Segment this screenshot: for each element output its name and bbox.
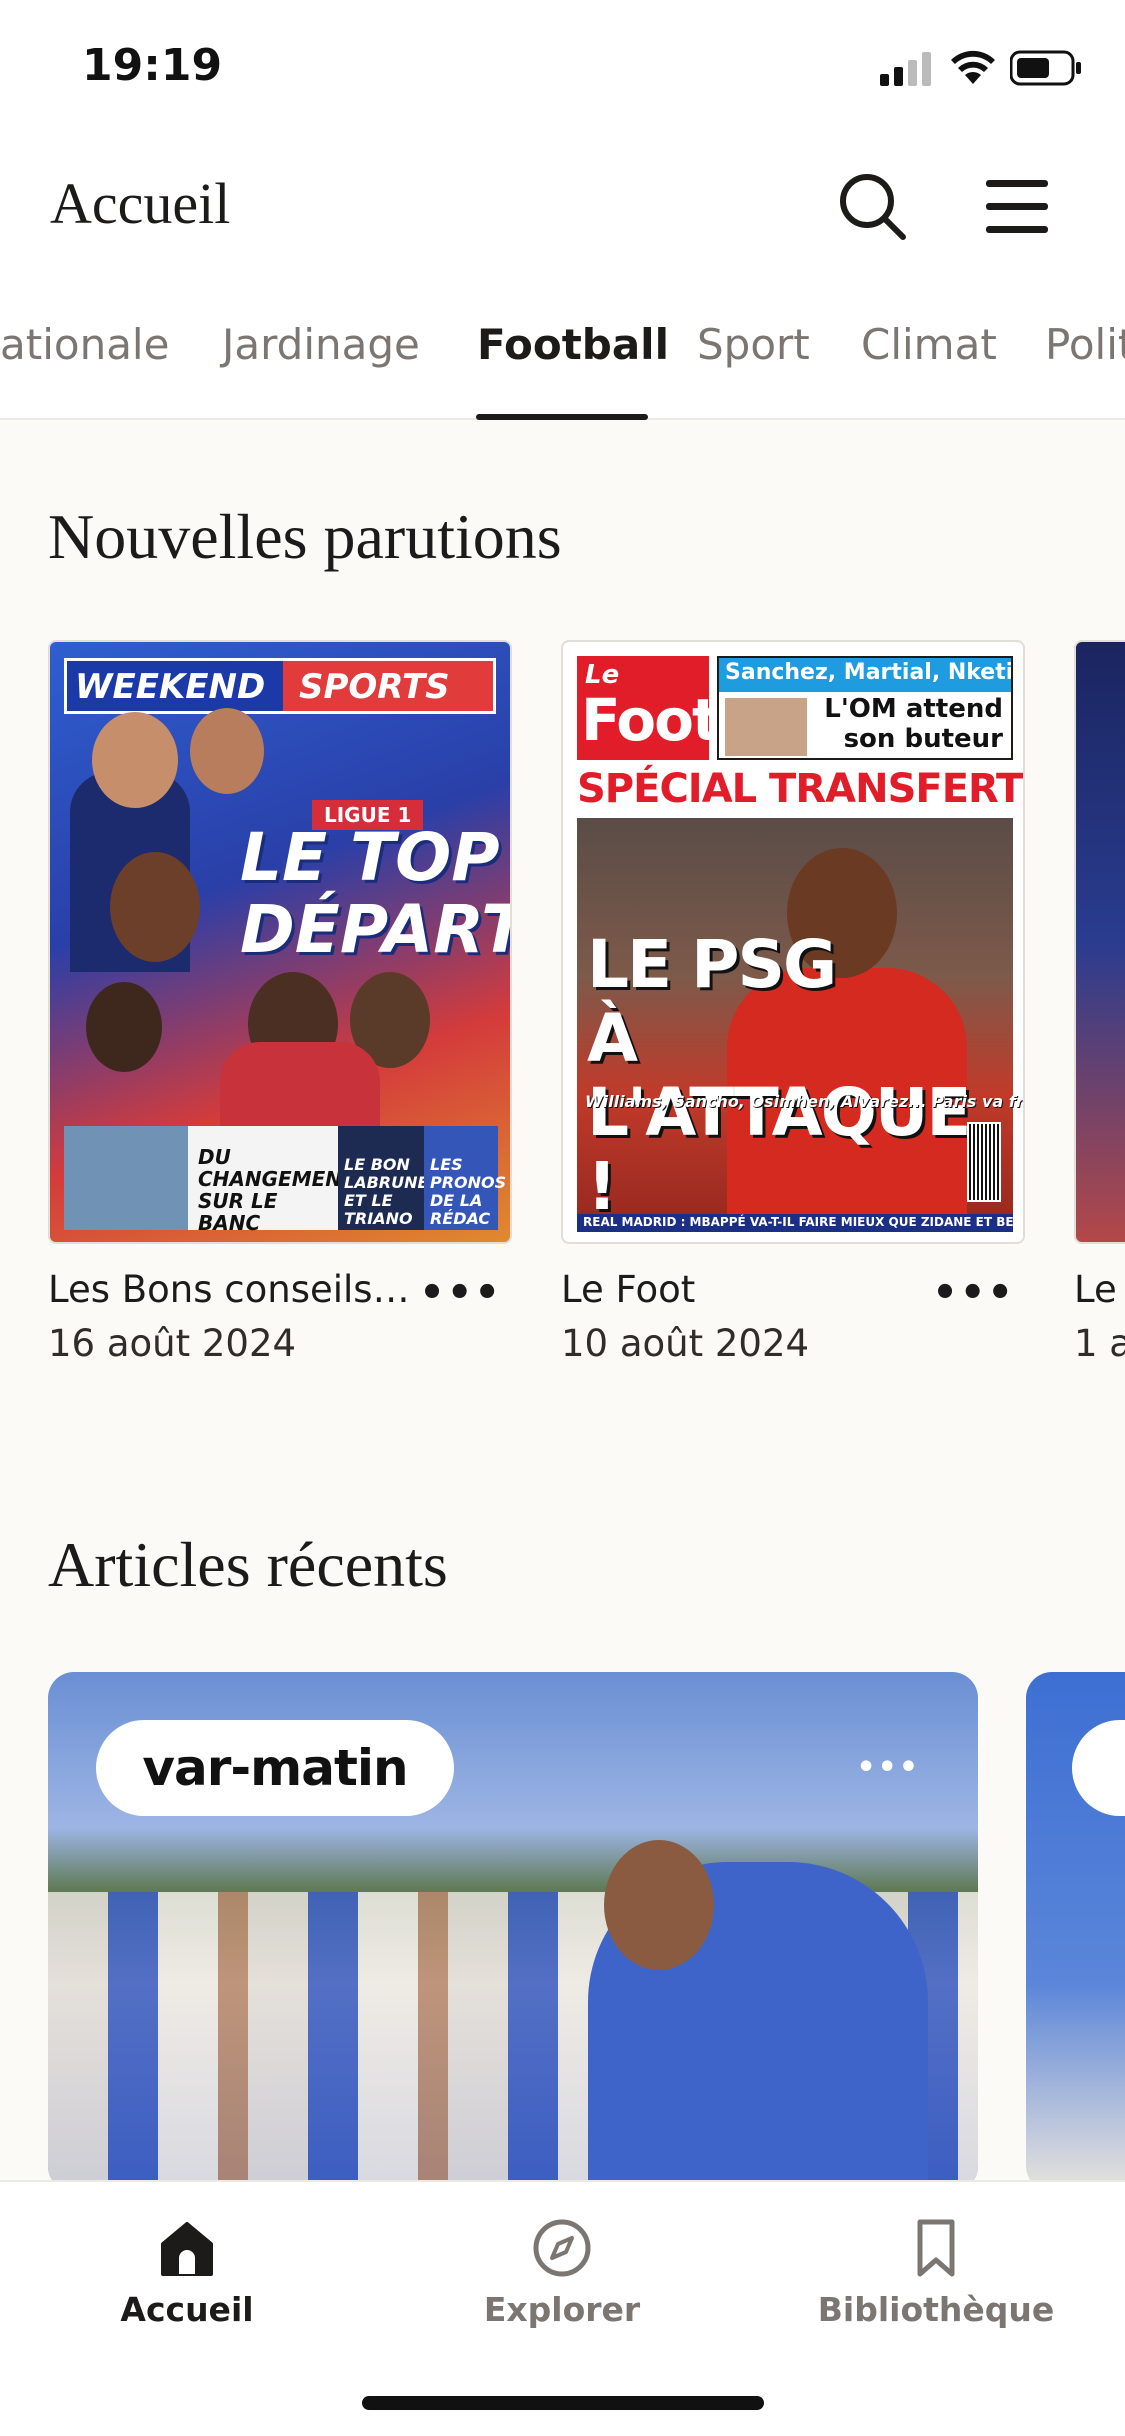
app-header: Accueil <box>0 150 1125 260</box>
category-tabs: ationale Jardinage Football Sport Climat… <box>0 300 1125 420</box>
bookmark-icon <box>917 2219 955 2277</box>
magazine-date: 1 a <box>1074 1322 1125 1365</box>
cover-logo: Le Foot <box>577 656 720 760</box>
magazine-cover[interactable]: WEEKEND SPORTS LIGUE 1 LE TOP DÉPART DU … <box>48 640 512 1244</box>
magazine-cover[interactable] <box>1074 640 1125 1244</box>
nav-item-explorer[interactable]: Explorer <box>432 2216 692 2329</box>
magazine-card[interactable]: Le Foot Sanchez, Martial, Nketiah... L'O… <box>561 640 1025 1365</box>
article-more-options-button[interactable]: ••• <box>856 1750 920 1785</box>
tab-nationale[interactable]: ationale <box>0 320 169 369</box>
page-title: Accueil <box>50 171 231 236</box>
magazine-title: Le Foot <box>561 1268 696 1311</box>
magazine-title: Le <box>1074 1268 1117 1311</box>
active-tab-indicator <box>476 414 648 420</box>
hamburger-menu-icon <box>986 180 1048 233</box>
tab-jardinage[interactable]: Jardinage <box>222 320 420 369</box>
home-indicator <box>362 2396 764 2410</box>
cellular-signal-icon <box>880 52 931 86</box>
status-bar: 19:19 <box>0 0 1125 130</box>
nav-item-bibliotheque[interactable]: Bibliothèque <box>806 2216 1066 2329</box>
search-button[interactable] <box>830 164 914 248</box>
cover-photo: LE PSG À L'ATTAQUE ! Williams, Sancho, O… <box>577 818 1023 1224</box>
cover-special: SPÉCIAL TRANSFERTS <box>577 766 1025 812</box>
magazine-card[interactable]: WEEKEND SPORTS LIGUE 1 LE TOP DÉPART DU … <box>48 640 512 1365</box>
compass-icon <box>533 2219 591 2277</box>
search-icon <box>840 174 906 240</box>
magazine-date: 10 août 2024 <box>561 1322 810 1365</box>
nav-label: Bibliothèque <box>817 2290 1055 2329</box>
article-source-badge: var-matin <box>96 1720 454 1816</box>
cover-news-box: Sanchez, Martial, Nketiah... L'OM attend… <box>717 656 1013 760</box>
home-icon <box>161 2222 213 2276</box>
cover-barcode <box>967 1122 1001 1202</box>
article-source-badge <box>1072 1720 1125 1816</box>
top-area: 19:19 Accueil ationale Jardinage Footbal… <box>0 0 1125 420</box>
magazine-title: Les Bons conseils… <box>48 1268 410 1311</box>
tab-politique[interactable]: Politi <box>1045 320 1125 369</box>
more-options-button[interactable]: ••• <box>419 1270 502 1316</box>
magazine-date: 16 août 2024 <box>48 1322 297 1365</box>
nav-label: Accueil <box>120 2290 254 2329</box>
tab-climat[interactable]: Climat <box>861 320 997 369</box>
status-time: 19:19 <box>82 40 223 91</box>
more-options-button[interactable]: ••• <box>932 1270 1015 1316</box>
section-title-recent-articles: Articles récents <box>48 1529 448 1600</box>
wifi-icon <box>951 50 995 84</box>
cover-headline: LE TOP DÉPART <box>240 819 512 968</box>
cover-bottom-strip: DU CHANGEMENT SUR LE BANC LE BON LABRUNE… <box>64 1126 506 1234</box>
cover-bottom-strip: REAL MADRID : MBAPPÉ VA-T-IL FAIRE MIEUX… <box>577 1214 1013 1232</box>
menu-button[interactable] <box>975 164 1059 248</box>
tab-sport[interactable]: Sport <box>697 320 810 369</box>
magazine-card[interactable]: Le 1 a <box>1074 640 1125 1380</box>
section-title-new-issues: Nouvelles parutions <box>48 501 562 572</box>
nav-label: Explorer <box>483 2290 641 2329</box>
article-card[interactable]: var-matin ••• <box>48 1672 978 2192</box>
cover-masthead: WEEKEND SPORTS <box>64 658 496 714</box>
nav-item-accueil[interactable]: Accueil <box>57 2216 317 2329</box>
tab-football[interactable]: Football <box>477 320 669 369</box>
article-card[interactable] <box>1026 1672 1125 2192</box>
battery-icon <box>1010 50 1081 86</box>
magazine-cover[interactable]: Le Foot Sanchez, Martial, Nketiah... L'O… <box>561 640 1025 1244</box>
